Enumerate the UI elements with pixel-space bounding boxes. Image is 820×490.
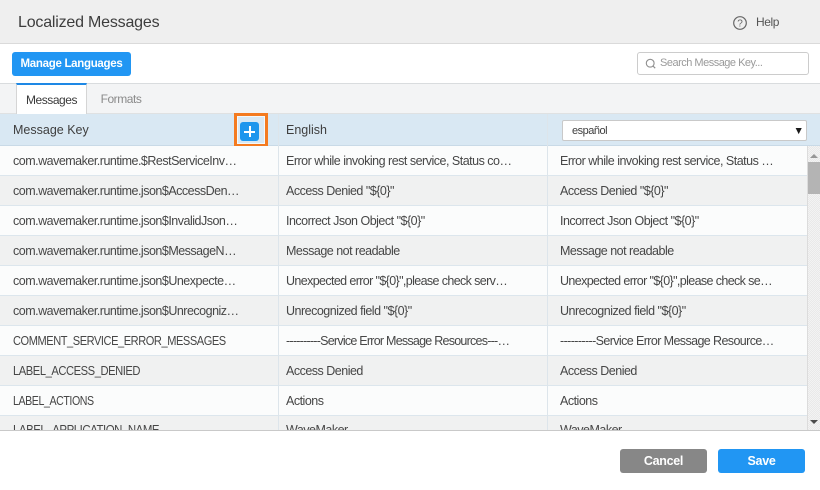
svg-text:?: ? [737,19,743,30]
